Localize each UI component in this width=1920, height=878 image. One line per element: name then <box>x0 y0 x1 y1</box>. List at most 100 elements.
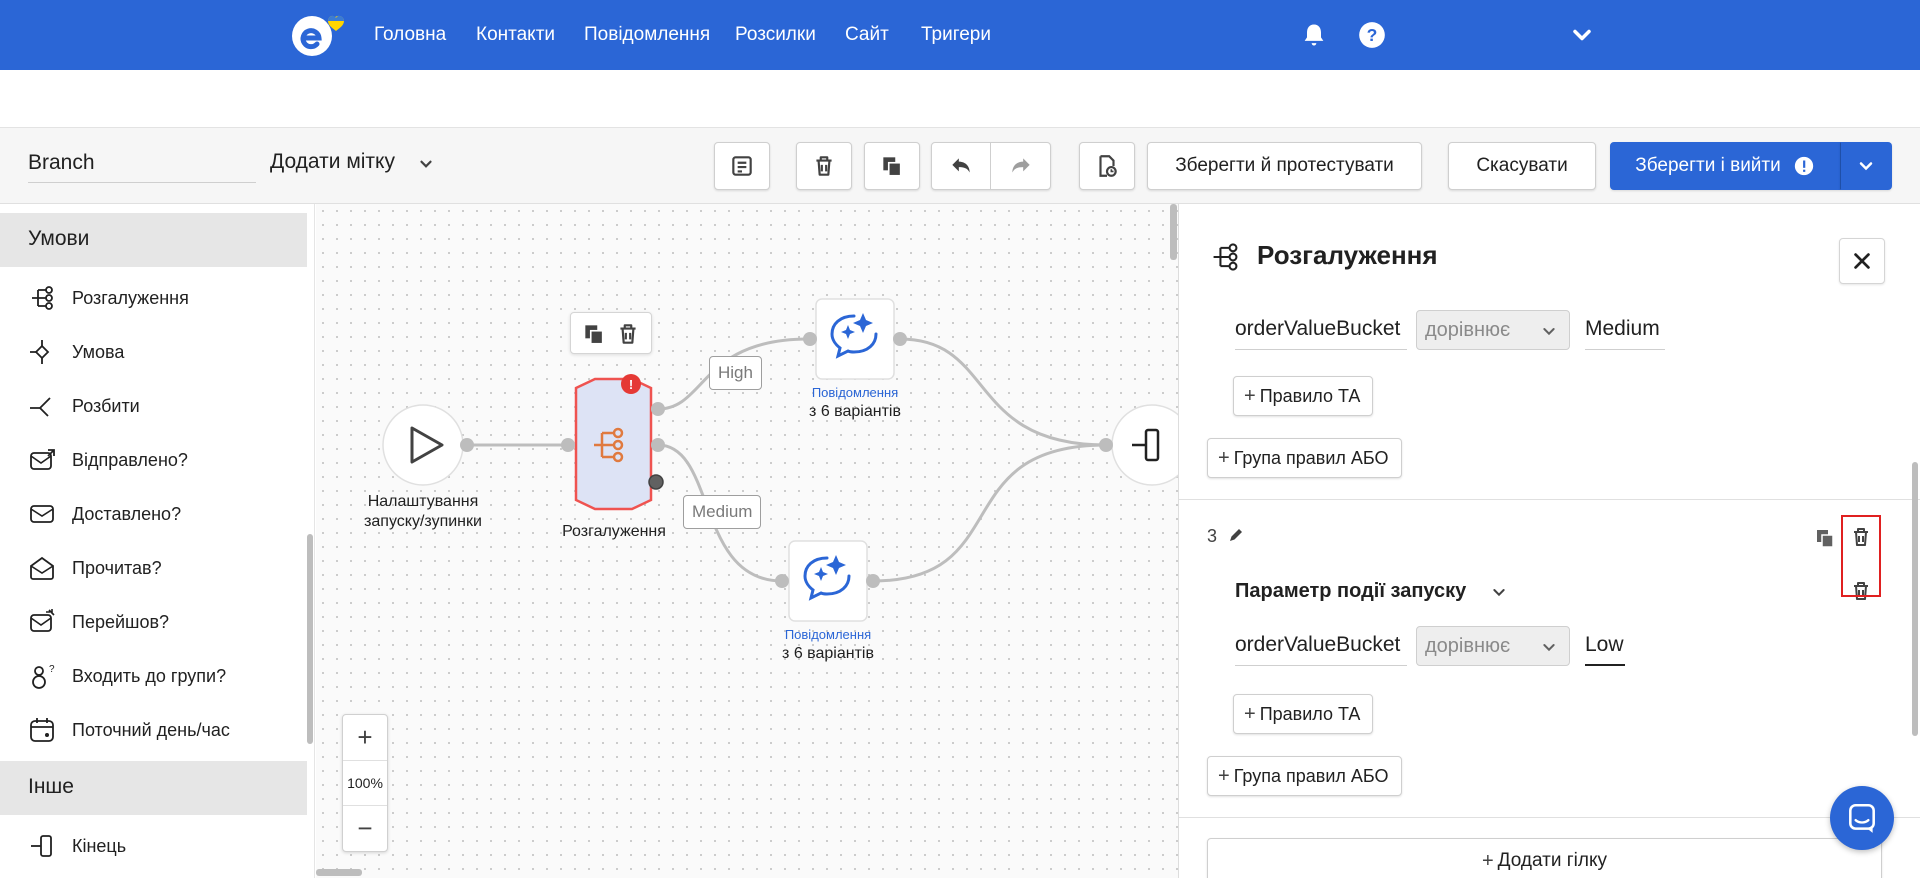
copy-icon[interactable] <box>581 321 607 347</box>
sub-header <box>0 70 1920 128</box>
palette-item-label: Розгалуження <box>72 287 189 308</box>
add-or-group-button[interactable]: + Група правил АБО <box>1207 756 1402 796</box>
add-branch-button[interactable]: + Додати гілку <box>1207 838 1882 878</box>
palette-item-branch[interactable]: Розгалуження <box>28 283 298 313</box>
save-and-exit-label: Зберегти і вийти <box>1635 155 1781 176</box>
palette-item-sent[interactable]: Відправлено? <box>28 445 298 475</box>
add-tag-dropdown[interactable]: Додати мітку <box>270 150 395 174</box>
pencil-icon[interactable] <box>1227 526 1245 544</box>
chevron-down-icon[interactable] <box>1491 584 1507 600</box>
note-icon <box>732 156 752 176</box>
palette-item-label: Умова <box>72 341 125 362</box>
undo-button[interactable] <box>932 143 992 189</box>
node-palette-sidebar: Умови Розгалуження Умова Розбити Відправ… <box>0 204 315 878</box>
message-node-type: Повідомлення <box>811 385 899 400</box>
sidebar-scrollbar[interactable] <box>307 534 313 744</box>
add-and-rule-button[interactable]: + Правило ТА <box>1233 376 1374 416</box>
canvas-horizontal-scrollbar[interactable] <box>316 869 362 876</box>
nav-contacts[interactable]: Контакти <box>476 24 555 46</box>
zoom-in-button[interactable]: + <box>343 715 387 759</box>
save-and-test-label: Зберегти й протестувати <box>1175 155 1394 176</box>
zoom-level: 100% <box>343 760 387 806</box>
delete-button[interactable] <box>796 142 852 190</box>
undo-redo-group <box>931 142 1051 190</box>
support-chat-button[interactable] <box>1830 786 1894 850</box>
nav-triggers[interactable]: Тригери <box>921 24 991 46</box>
palette-item-current-datetime[interactable]: Поточний день/час <box>28 715 298 745</box>
branch-node[interactable]: ! <box>561 374 665 511</box>
start-label-line1: Налаштування <box>367 493 479 510</box>
start-node-label: Налаштування запуску/зупинки <box>358 492 488 532</box>
flow-name-input[interactable]: Branch <box>28 149 256 183</box>
add-and-rule-label: Правило ТА <box>1259 385 1361 406</box>
rule-value-field[interactable]: Low <box>1585 626 1625 666</box>
message-node-high[interactable] <box>803 298 907 380</box>
rule-operator-select[interactable]: дорівнює <box>1416 626 1570 666</box>
save-and-test-button[interactable]: Зберегти й протестувати <box>1147 142 1422 190</box>
sent-icon <box>30 449 55 470</box>
rule-value-field[interactable]: Medium <box>1585 310 1665 350</box>
canvas-vertical-scrollbar[interactable] <box>1170 204 1177 260</box>
rule-param-field[interactable]: orderValueBucket <box>1235 310 1407 350</box>
chevron-down-icon[interactable] <box>1568 21 1596 49</box>
palette-item-label: Відправлено? <box>72 449 188 470</box>
help-icon[interactable]: ? <box>1358 21 1386 49</box>
cancel-button[interactable]: Скасувати <box>1448 142 1596 190</box>
message-node-medium[interactable] <box>775 540 880 622</box>
palette-item-delivered[interactable]: Доставлено? <box>28 499 298 529</box>
logo-icon[interactable] <box>290 12 344 58</box>
palette-item-label: Доставлено? <box>72 503 182 524</box>
palette-item-split[interactable]: Розбити <box>28 391 298 421</box>
save-and-exit-button[interactable]: Зберегти і вийти <box>1610 142 1840 190</box>
end-node[interactable] <box>1099 404 1178 486</box>
start-node[interactable] <box>382 404 474 486</box>
palette-item-condition[interactable]: Умова <box>28 337 298 367</box>
redo-button[interactable] <box>991 143 1050 189</box>
message-node-variants: з 6 варіантів <box>809 403 901 420</box>
zoom-out-button[interactable]: − <box>343 806 387 850</box>
section-conditions: Умови <box>0 213 307 267</box>
nav-site[interactable]: Сайт <box>845 24 889 46</box>
rule-operator-select[interactable]: дорівнює <box>1416 310 1570 350</box>
nav-home[interactable]: Головна <box>374 24 446 46</box>
flow-graph: ! <box>382 298 1178 622</box>
trash-icon[interactable] <box>615 321 641 347</box>
add-and-rule-button[interactable]: + Правило ТА <box>1233 694 1374 734</box>
cancel-label: Скасувати <box>1476 155 1568 176</box>
copy-icon[interactable] <box>1813 526 1837 550</box>
save-options-dropdown[interactable] <box>1840 142 1892 190</box>
rule-param-field[interactable]: orderValueBucket <box>1235 626 1407 666</box>
group-icon: ? <box>32 664 55 689</box>
flow-canvas[interactable]: ! High Medium Налаштування запуску/зупин… <box>316 204 1178 878</box>
palette-item-end[interactable]: Кінець <box>28 831 298 861</box>
palette-item-label: Кінець <box>72 835 127 856</box>
palette-item-in-group[interactable]: ? Входить до групи? <box>28 661 298 691</box>
palette-item-label: Перейшов? <box>72 611 170 632</box>
history-button[interactable] <box>1079 142 1135 190</box>
palette-item-clicked[interactable]: Перейшов? <box>28 607 298 637</box>
note-button[interactable] <box>714 142 770 190</box>
edge-label-high[interactable]: High <box>709 356 762 390</box>
rule-operator-value: дорівнює <box>1425 319 1511 341</box>
palette-item-read[interactable]: Прочитав? <box>28 553 298 583</box>
nav-campaigns[interactable]: Розсилки <box>735 24 816 46</box>
rule-group-title[interactable]: Параметр події запуску <box>1235 580 1466 603</box>
error-badge-text: ! <box>629 377 633 392</box>
redo-icon <box>1011 158 1030 173</box>
close-panel-button[interactable] <box>1839 238 1885 284</box>
bell-icon[interactable] <box>1300 21 1328 49</box>
plus-icon: + <box>1244 384 1256 407</box>
panel-scrollbar[interactable] <box>1912 462 1918 736</box>
nav-messages[interactable]: Повідомлення <box>584 24 710 46</box>
svg-text:?: ? <box>1367 25 1378 45</box>
branch-icon <box>1213 243 1238 271</box>
zoom-controls: + 100% − <box>342 714 388 852</box>
add-or-group-button[interactable]: + Група правил АБО <box>1207 438 1402 478</box>
chevron-down-icon[interactable] <box>417 155 435 173</box>
panel-title: Розгалуження <box>1257 240 1438 270</box>
palette-item-label: Розбити <box>72 395 140 416</box>
edge-label-medium[interactable]: Medium <box>683 495 762 529</box>
plus-icon: + <box>1218 764 1230 787</box>
copy-button[interactable] <box>864 142 920 190</box>
plus-icon: + <box>1481 850 1494 872</box>
